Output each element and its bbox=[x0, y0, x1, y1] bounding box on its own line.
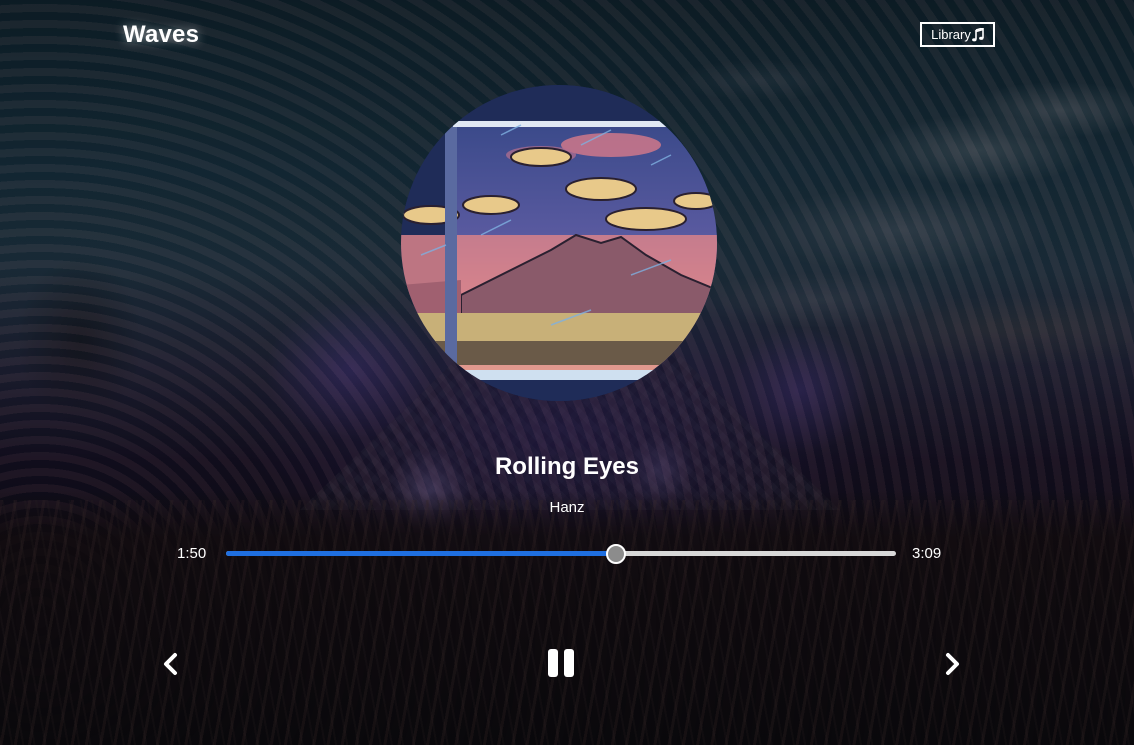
app-title[interactable]: Waves bbox=[123, 21, 199, 49]
chevron-left-icon bbox=[160, 653, 180, 681]
player-screen: Waves Library Rolling Eyes Hanz 1:50 3:0… bbox=[0, 0, 1134, 745]
progress-slider[interactable] bbox=[226, 544, 896, 564]
song-title: Rolling Eyes bbox=[494, 453, 640, 480]
song-artist: Hanz bbox=[549, 499, 585, 516]
library-button-label: Library bbox=[931, 27, 971, 42]
chevron-right-icon bbox=[943, 653, 963, 681]
current-time: 1:50 bbox=[177, 545, 207, 562]
music-note-icon bbox=[971, 27, 984, 42]
progress-fill bbox=[226, 551, 615, 556]
next-button[interactable] bbox=[943, 651, 963, 677]
previous-button[interactable] bbox=[160, 651, 180, 677]
pause-button[interactable] bbox=[546, 648, 576, 678]
pause-icon bbox=[546, 649, 576, 682]
library-button[interactable]: Library bbox=[920, 22, 995, 47]
progress-thumb[interactable] bbox=[605, 544, 626, 564]
total-time: 3:09 bbox=[912, 545, 942, 562]
album-art bbox=[401, 85, 717, 401]
